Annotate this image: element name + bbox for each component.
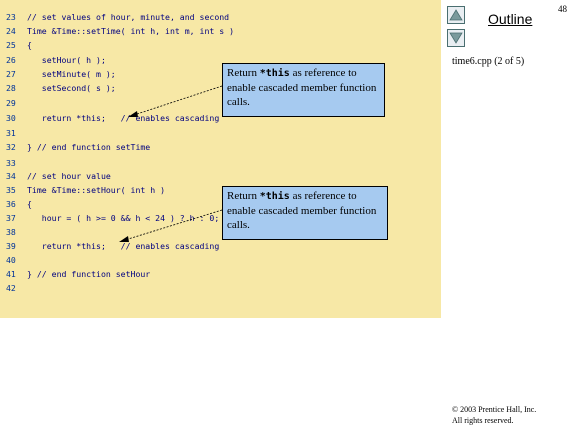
line-number: 36: [6, 199, 16, 209]
callout-prefix: Return: [227, 190, 260, 202]
code-text: // set hour value: [27, 171, 111, 181]
line-number: 32: [6, 142, 16, 152]
copyright-line: All rights reserved.: [452, 416, 514, 425]
line-number: 35: [6, 185, 16, 195]
callout-prefix: Return: [227, 67, 260, 79]
previous-slide-button[interactable]: [447, 6, 465, 24]
code-text: setMinute( m );: [27, 69, 116, 79]
line-number: 31: [6, 128, 16, 138]
line-number: 38: [6, 227, 16, 237]
callout-box: Return *this as reference to enable casc…: [222, 186, 388, 240]
line-number: 39: [6, 241, 16, 251]
code-text: {: [27, 40, 32, 50]
code-text: } // end function setTime: [27, 142, 151, 152]
callout-code: *this: [259, 68, 290, 79]
line-number: 42: [6, 283, 16, 293]
page-number: 48: [558, 4, 567, 14]
file-label: time6.cpp (2 of 5): [452, 56, 525, 67]
triangle-down-icon: [449, 32, 463, 44]
code-line: 23 // set values of hour, minute, and sec…: [0, 10, 441, 24]
line-number: 40: [6, 255, 16, 265]
code-line: 34 // set hour value: [0, 169, 441, 183]
code-text: setSecond( s );: [27, 83, 116, 93]
copyright-line: © 2003 Prentice Hall, Inc.: [452, 405, 537, 414]
callout-code: *this: [259, 191, 290, 202]
code-line: 31: [0, 126, 441, 140]
code-line: 33: [0, 156, 441, 170]
code-text: // set values of hour, minute, and secon…: [27, 12, 230, 22]
code-line: 25 {: [0, 38, 441, 52]
line-number: 34: [6, 171, 16, 181]
line-number: 24: [6, 26, 16, 36]
line-number: 28: [6, 83, 16, 93]
callout-box: Return *this as reference to enable casc…: [222, 63, 385, 117]
code-line: 32 } // end function setTime: [0, 140, 441, 154]
copyright-notice: © 2003 Prentice Hall, Inc. All rights re…: [452, 404, 536, 426]
line-number: 26: [6, 55, 16, 65]
code-text: setHour( h );: [27, 55, 106, 65]
code-line: 40: [0, 253, 441, 267]
code-line: 42: [0, 281, 441, 295]
code-text: hour = ( h >= 0 && h < 24 ) ? h : 0;: [27, 213, 220, 223]
line-number: 41: [6, 269, 16, 279]
code-panel: 23 // set values of hour, minute, and sec…: [0, 0, 441, 318]
code-text: return *this; // enables cascading: [27, 241, 220, 251]
line-number: 37: [6, 213, 16, 223]
code-text: return *this; // enables cascading: [27, 113, 220, 123]
line-number: 29: [6, 98, 16, 108]
line-number: 27: [6, 69, 16, 79]
line-number: 30: [6, 113, 16, 123]
outline-title[interactable]: Outline: [488, 11, 532, 27]
line-number: 25: [6, 40, 16, 50]
line-number: 33: [6, 158, 16, 168]
code-text: Time &Time::setTime( int h, int m, int s…: [27, 26, 235, 36]
code-line: 39 return *this; // enables cascading: [0, 239, 441, 253]
code-text: Time &Time::setHour( int h ): [27, 185, 166, 195]
line-number: 23: [6, 12, 16, 22]
code-text: } // end function setHour: [27, 269, 151, 279]
code-text: {: [27, 199, 32, 209]
code-line: 41 } // end function setHour: [0, 267, 441, 281]
triangle-up-icon: [449, 9, 463, 21]
code-line: 24 Time &Time::setTime( int h, int m, int…: [0, 24, 441, 38]
next-slide-button[interactable]: [447, 29, 465, 47]
